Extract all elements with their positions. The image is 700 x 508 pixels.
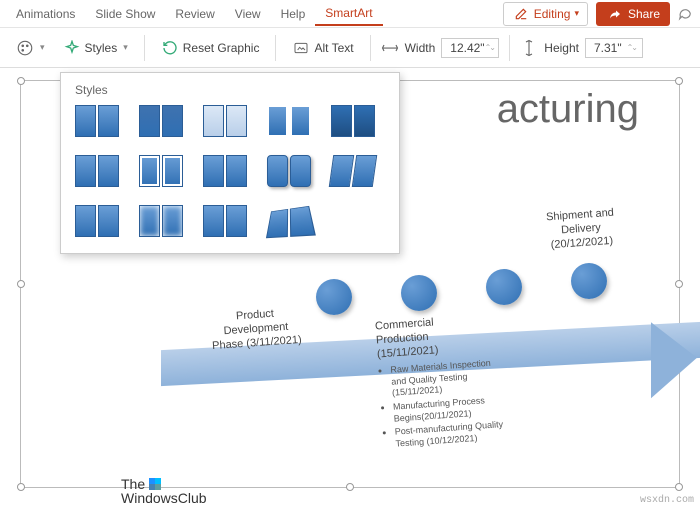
reset-icon (161, 39, 179, 57)
style-option[interactable] (75, 155, 119, 187)
share-button[interactable]: Share (596, 2, 670, 26)
styles-label: Styles (85, 41, 118, 55)
height-label: Height (544, 41, 579, 55)
timeline-caption[interactable]: Shipment and Delivery (20/12/2021) (525, 205, 638, 254)
timeline-node[interactable] (401, 275, 437, 311)
style-option[interactable] (203, 205, 247, 237)
style-option[interactable] (139, 205, 183, 237)
width-label: Width (405, 41, 436, 55)
resize-handle[interactable] (346, 483, 354, 491)
separator (144, 35, 145, 61)
height-icon (520, 39, 538, 57)
palette-icon (16, 39, 34, 57)
width-icon (381, 39, 399, 57)
separator (370, 35, 371, 61)
timeline-caption[interactable]: Commercial Production (15/11/2021) (375, 314, 478, 362)
gallery-title: Styles (75, 83, 385, 97)
style-option[interactable] (75, 105, 119, 137)
timeline-node[interactable] (486, 269, 522, 305)
share-icon (606, 5, 624, 23)
ribbon-toolbar: Styles Reset Graphic Alt Text Width 12.4… (0, 28, 700, 68)
separator (509, 35, 510, 61)
slide-title[interactable]: acturing (497, 87, 639, 132)
resize-handle[interactable] (17, 77, 25, 85)
tab-slideshow[interactable]: Slide Show (85, 3, 165, 25)
timeline-node[interactable] (316, 279, 352, 315)
style-option[interactable] (203, 105, 247, 137)
style-option[interactable] (139, 155, 183, 187)
separator (275, 35, 276, 61)
style-swatches (75, 105, 385, 237)
comments-icon[interactable] (676, 5, 694, 23)
tab-help[interactable]: Help (271, 3, 316, 25)
height-input[interactable]: 7.31" (585, 38, 643, 58)
tab-view[interactable]: View (225, 3, 271, 25)
logo-text: The WindowsClub (121, 477, 207, 505)
resize-handle[interactable] (675, 77, 683, 85)
style-option[interactable] (203, 155, 247, 187)
share-label: Share (628, 7, 660, 21)
style-option[interactable] (75, 205, 119, 237)
resize-handle[interactable] (675, 483, 683, 491)
width-input[interactable]: 12.42" (441, 38, 499, 58)
style-option[interactable] (267, 105, 311, 137)
style-option[interactable] (266, 206, 316, 238)
pencil-icon (512, 5, 530, 23)
logo-icon (149, 478, 161, 490)
styles-gallery: Styles (60, 72, 400, 254)
alt-text-button[interactable]: Alt Text (286, 36, 359, 60)
tab-animations[interactable]: Animations (6, 3, 85, 25)
editing-mode-label: Editing (534, 7, 571, 21)
ribbon-tabs: Animations Slide Show Review View Help S… (0, 0, 700, 28)
alt-text-icon (292, 39, 310, 57)
watermark: wsxdn.com (640, 495, 694, 506)
resize-handle[interactable] (675, 280, 683, 288)
style-option[interactable] (139, 105, 183, 137)
styles-button[interactable]: Styles (57, 36, 134, 60)
style-option[interactable] (331, 105, 375, 137)
resize-handle[interactable] (17, 483, 25, 491)
height-value: 7.31" (594, 41, 622, 55)
alt-text-label: Alt Text (314, 41, 353, 55)
timeline-node[interactable] (571, 263, 607, 299)
timeline-details[interactable]: Raw Materials Inspection and Quality Tes… (378, 357, 514, 454)
colors-button[interactable] (10, 36, 51, 60)
reset-graphic-label: Reset Graphic (183, 41, 260, 55)
tab-smartart[interactable]: SmartArt (315, 2, 382, 26)
resize-handle[interactable] (17, 280, 25, 288)
editing-mode-button[interactable]: Editing ▾ (503, 2, 588, 26)
style-option[interactable] (331, 155, 375, 187)
width-value: 12.42" (450, 41, 484, 55)
style-option[interactable] (267, 155, 311, 187)
chevron-down-icon: ▾ (574, 8, 579, 19)
tab-review[interactable]: Review (165, 3, 224, 25)
reset-graphic-button[interactable]: Reset Graphic (155, 36, 266, 60)
sparkle-icon (63, 39, 81, 57)
smartart-arrow-head (651, 320, 697, 398)
